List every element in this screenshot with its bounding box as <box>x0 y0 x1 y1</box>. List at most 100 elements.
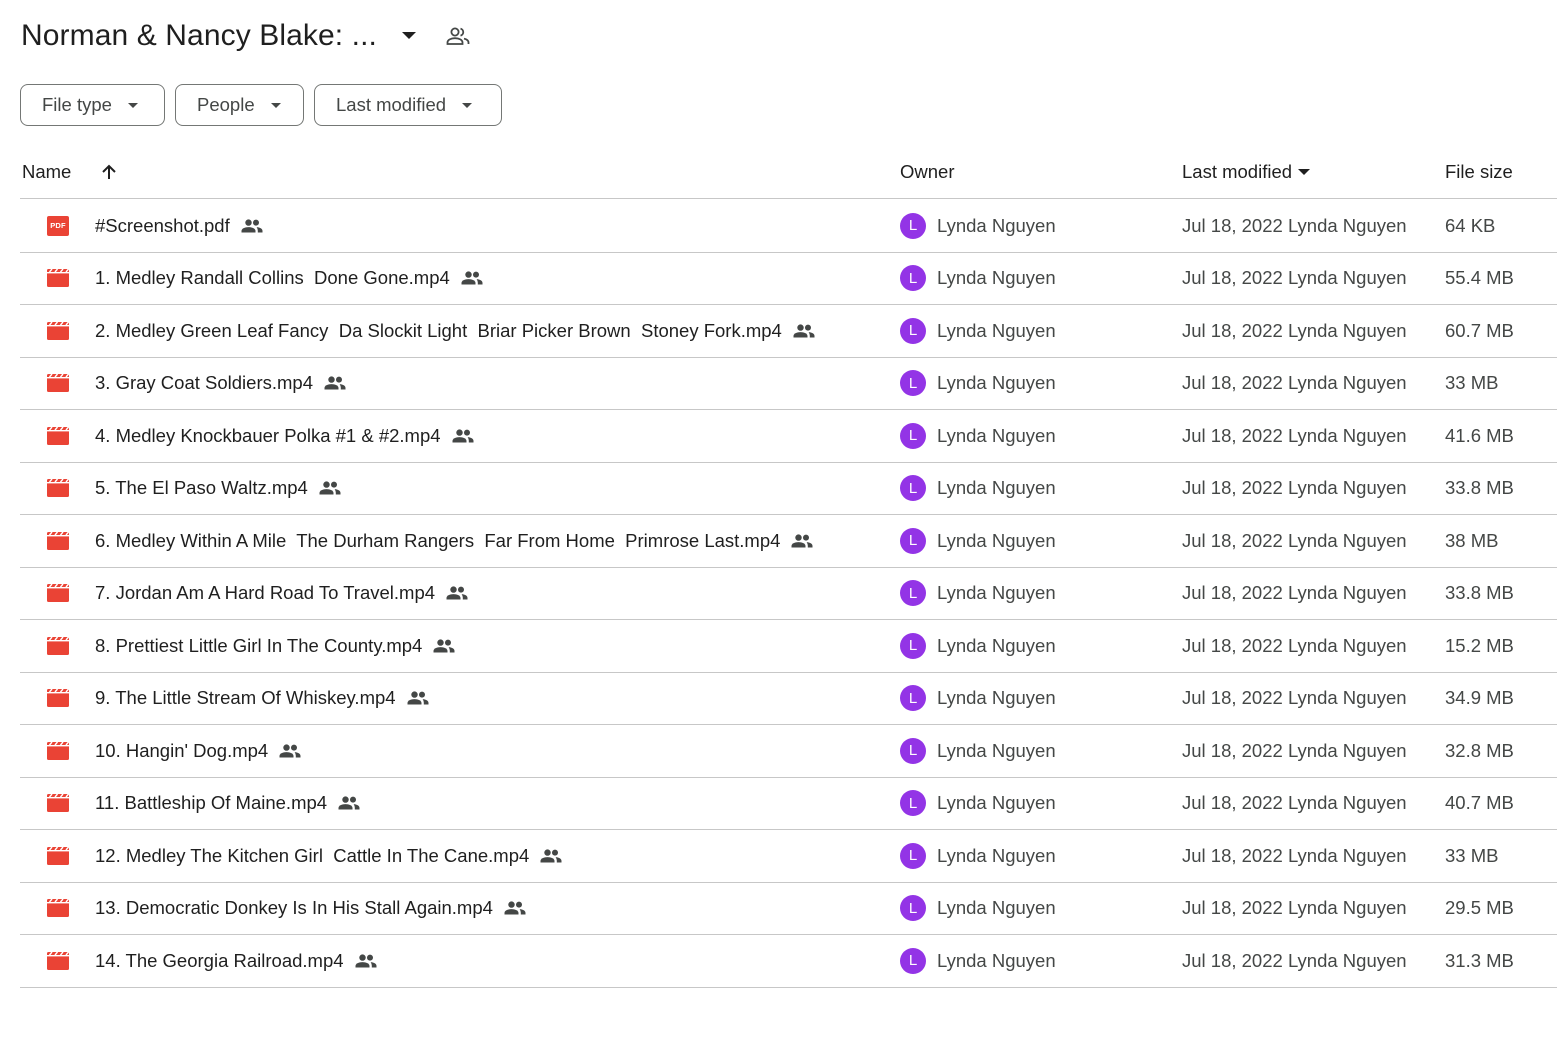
avatar: L <box>900 422 926 449</box>
people-outline-icon[interactable] <box>445 23 471 49</box>
file-owner: L Lynda Nguyen <box>900 620 1056 671</box>
file-size-value: 55.4 MB <box>1445 267 1514 288</box>
file-name[interactable]: 9. The Little Stream Of Whiskey.mp4 <box>95 673 429 724</box>
file-name-text: 13. Democratic Donkey Is In His Stall Ag… <box>95 897 493 918</box>
file-name[interactable]: 11. Battleship Of Maine.mp4 <box>95 778 360 829</box>
last-modified-value: Jul 18, 2022 Lynda Nguyen <box>1182 792 1407 813</box>
file-name-text: 1. Medley Randall Collins Done Gone.mp4 <box>95 267 450 288</box>
file-row[interactable]: 8. Prettiest Little Girl In The County.m… <box>20 620 1557 673</box>
file-name-text: 7. Jordan Am A Hard Road To Travel.mp4 <box>95 582 436 603</box>
name-column-header[interactable]: Name <box>22 150 71 194</box>
last-modified-value: Jul 18, 2022 Lynda Nguyen <box>1182 529 1407 551</box>
file-name[interactable]: 14. The Georgia Railroad.mp4 <box>95 935 377 986</box>
file-name-text: 2. Medley Green Leaf Fancy Da Slockit Li… <box>95 319 782 341</box>
arrow-drop-down-icon <box>462 102 473 108</box>
file-name[interactable]: #Screenshot.pdf <box>95 200 263 251</box>
last-modified-value: Jul 18, 2022 Lynda Nguyen <box>1182 634 1407 656</box>
file-row[interactable]: 7. Jordan Am A Hard Road To Travel.mp4 L L… <box>20 568 1557 620</box>
owner-name: Lynda Nguyen <box>937 792 1056 813</box>
last-modified-value: Jul 18, 2022 Lynda Nguyen <box>1182 897 1407 918</box>
file-name[interactable]: 1. Medley Randall Collins Done Gone.mp4 <box>95 253 483 304</box>
last-modified-column-header[interactable]: Last modified <box>1182 150 1311 194</box>
file-name[interactable]: 2. Medley Green Leaf Fancy Da Slockit Li… <box>95 305 815 356</box>
people-filter-chip[interactable]: People <box>175 84 304 126</box>
file-row[interactable]: 12. Medley The Kitchen Girl Cattle In Th… <box>20 830 1557 883</box>
video-file-icon <box>47 620 69 671</box>
file-name-text: 9. The Little Stream Of Whiskey.mp4 <box>95 687 396 708</box>
last-modified-value: Jul 18, 2022 Lynda Nguyen <box>1182 844 1407 866</box>
avatar: L <box>900 790 926 816</box>
arrow-drop-down-icon[interactable] <box>397 24 421 48</box>
last-modified-value: Jul 18, 2022 Lynda Nguyen <box>1182 267 1407 288</box>
video-file-icon <box>47 463 69 514</box>
file-row[interactable]: 4. Medley Knockbauer Polka #1 & #2.mp4 L L… <box>20 410 1557 463</box>
file-owner: L Lynda Nguyen <box>900 253 1056 304</box>
file-row[interactable]: 5. The El Paso Waltz.mp4 L Lynda Nguyen Jul… <box>20 463 1557 515</box>
file-type-filter-chip[interactable]: File type <box>20 84 165 126</box>
file-name[interactable]: 6. Medley Within A Mile The Durham Range… <box>95 515 813 566</box>
file-row[interactable]: 11. Battleship Of Maine.mp4 L Lynda Nguyen… <box>20 778 1557 830</box>
file-size-value: 40.7 MB <box>1445 792 1514 813</box>
last-modified-value: Jul 18, 2022 Lynda Nguyen <box>1182 739 1407 761</box>
file-size-value: 29.5 MB <box>1445 897 1514 918</box>
file-name[interactable]: 7. Jordan Am A Hard Road To Travel.mp4 <box>95 568 468 619</box>
file-name[interactable]: 5. The El Paso Waltz.mp4 <box>95 463 341 514</box>
video-file-icon <box>47 358 69 409</box>
file-name-text: 11. Battleship Of Maine.mp4 <box>95 792 328 813</box>
file-name[interactable]: 8. Prettiest Little Girl In The County.m… <box>95 620 455 671</box>
chip-label: File type <box>42 94 112 115</box>
pdf-badge-label: PDF <box>47 215 69 236</box>
owner-name: Lynda Nguyen <box>937 214 1056 236</box>
last-modified-value: Jul 18, 2022 Lynda Nguyen <box>1182 477 1407 498</box>
file-name[interactable]: 12. Medley The Kitchen Girl Cattle In Th… <box>95 830 562 881</box>
shared-people-icon <box>355 953 377 968</box>
last-modified-filter-chip[interactable]: Last modified <box>314 84 502 126</box>
file-name[interactable]: 3. Gray Coat Soldiers.mp4 <box>95 358 346 409</box>
file-owner: L Lynda Nguyen <box>900 673 1056 724</box>
shared-people-icon <box>319 481 341 495</box>
file-row[interactable]: 6. Medley Within A Mile The Durham Range… <box>20 515 1557 568</box>
file-row[interactable]: PDF #Screenshot.pdf L Lynda Nguyen Jul 18, 2… <box>20 200 1557 253</box>
file-row[interactable]: 9. The Little Stream Of Whiskey.mp4 L Lynd… <box>20 673 1557 725</box>
owner-name: Lynda Nguyen <box>937 319 1056 341</box>
last-modified-value: Jul 18, 2022 Lynda Nguyen <box>1182 372 1407 393</box>
avatar: L <box>900 895 926 921</box>
file-row[interactable]: 3. Gray Coat Soldiers.mp4 L Lynda Nguyen Ju… <box>20 358 1557 410</box>
file-size-value: 64 KB <box>1445 214 1496 236</box>
file-size-value: 31.3 MB <box>1445 949 1514 971</box>
shared-people-icon <box>241 218 263 233</box>
file-name-text: 12. Medley The Kitchen Girl Cattle In Th… <box>95 844 530 866</box>
arrow-upward-icon[interactable] <box>100 150 118 194</box>
file-owner: L Lynda Nguyen <box>900 305 1056 356</box>
last-modified-value: Jul 18, 2022 Lynda Nguyen <box>1182 949 1407 971</box>
avatar: L <box>900 737 926 764</box>
video-file-icon <box>47 515 69 566</box>
file-owner: L Lynda Nguyen <box>900 358 1056 409</box>
shared-people-icon <box>793 323 815 338</box>
file-list: PDF #Screenshot.pdf L Lynda Nguyen Jul 18, 2… <box>20 200 1557 988</box>
avatar: L <box>900 475 926 501</box>
file-row[interactable]: 14. The Georgia Railroad.mp4 L Lynda Nguye… <box>20 935 1557 988</box>
file-size-value: 33.8 MB <box>1445 477 1514 498</box>
file-row[interactable]: 10. Hangin' Dog.mp4 L Lynda Nguyen Jul 18, … <box>20 725 1557 778</box>
chip-label: People <box>197 94 255 115</box>
arrow-drop-down-icon <box>127 102 138 108</box>
video-file-icon <box>47 568 69 619</box>
video-file-icon <box>47 725 69 776</box>
file-size-value: 33 MB <box>1445 844 1499 866</box>
owner-name: Lynda Nguyen <box>937 949 1056 971</box>
file-row[interactable]: 2. Medley Green Leaf Fancy Da Slockit Li… <box>20 305 1557 358</box>
folder-title[interactable]: Norman & Nancy Blake: ... <box>21 19 377 53</box>
file-name[interactable]: 4. Medley Knockbauer Polka #1 & #2.mp4 <box>95 410 474 461</box>
file-row[interactable]: 1. Medley Randall Collins Done Gone.mp4 L… <box>20 253 1557 305</box>
file-row[interactable]: 13. Democratic Donkey Is In His Stall Ag… <box>20 883 1557 935</box>
file-name-text: 4. Medley Knockbauer Polka #1 & #2.mp4 <box>95 424 441 446</box>
folder-header: Norman & Nancy Blake: ... <box>21 14 471 58</box>
last-modified-value: Jul 18, 2022 Lynda Nguyen <box>1182 214 1407 236</box>
file-owner: L Lynda Nguyen <box>900 883 1056 934</box>
file-name[interactable]: 10. Hangin' Dog.mp4 <box>95 725 301 776</box>
file-name[interactable]: 13. Democratic Donkey Is In His Stall Ag… <box>95 883 526 934</box>
shared-people-icon <box>461 271 483 285</box>
video-file-icon <box>47 253 69 304</box>
avatar: L <box>900 527 926 554</box>
